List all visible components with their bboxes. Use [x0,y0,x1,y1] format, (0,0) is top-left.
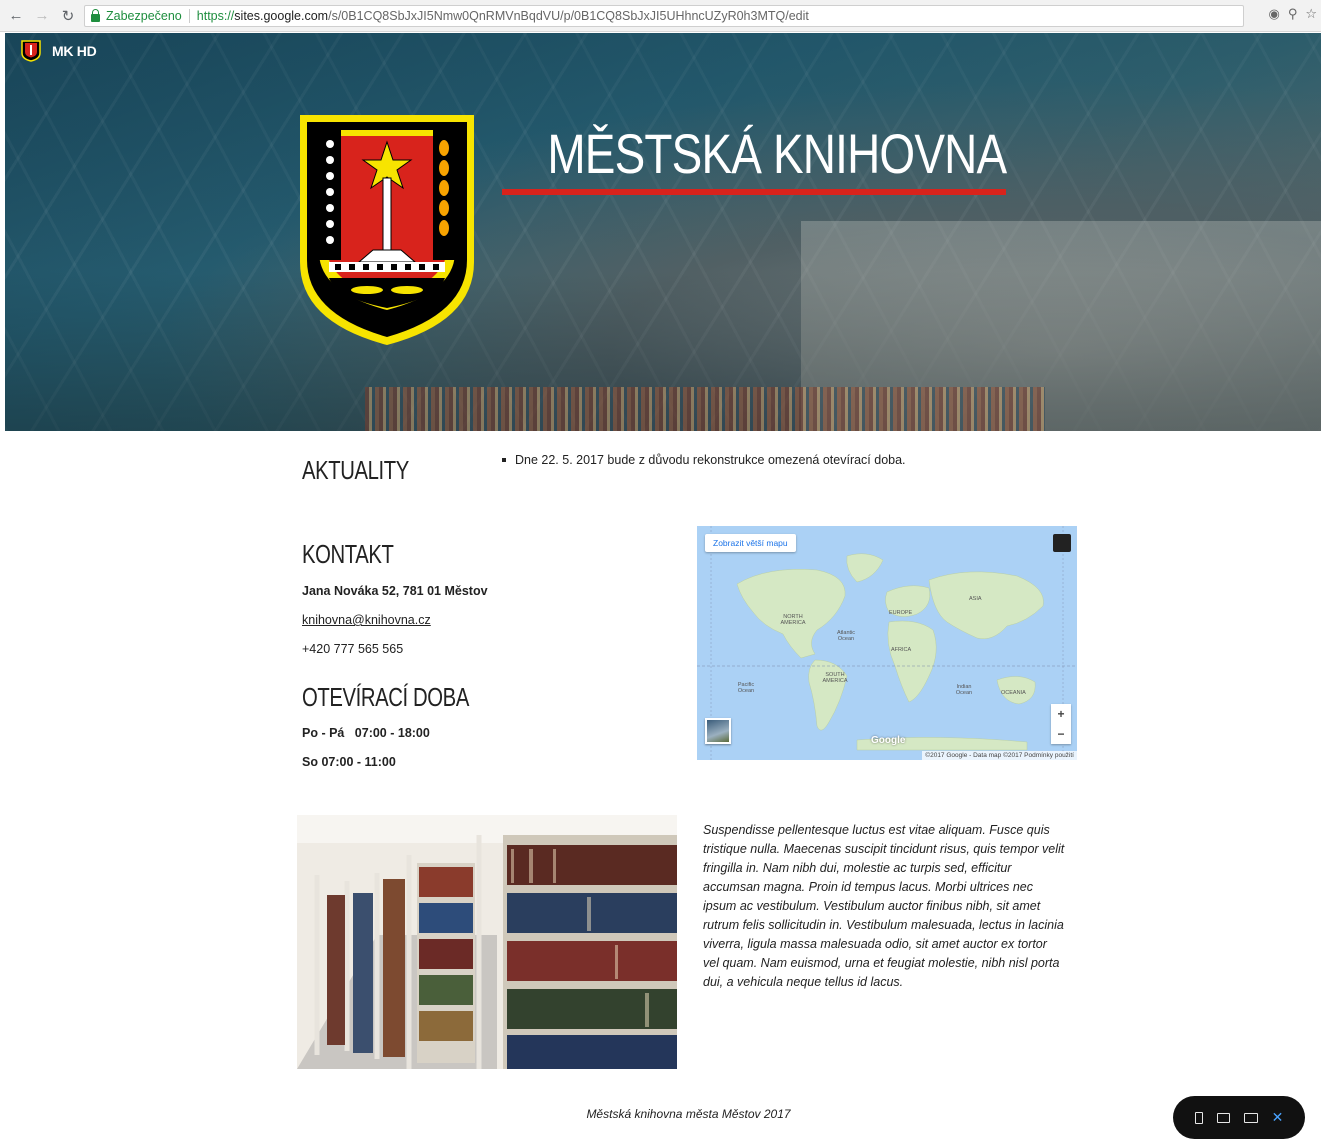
title-underline [502,189,1006,195]
hours-saturday: So 07:00 - 11:00 [302,755,396,769]
map-label-atlantic: Atlantic Ocean [836,630,856,642]
url-path: /s/0B1CQ8SbJxJI5Nmw0QnRMVnBqdVU/p/0B1CQ8… [328,9,809,23]
satellite-view-button[interactable] [705,718,731,744]
hours-heading: OTEVÍRACÍ DOBA [302,682,469,712]
news-item-text: Dne 22. 5. 2017 bude z důvodu rekonstruk… [515,453,906,467]
zoom-in-button[interactable]: + [1057,707,1064,721]
contact-phone: +420 777 565 565 [302,642,404,656]
toolbar-right: ◉ ⚲ ☆ [1268,6,1317,22]
map-label-south-america: SOUTH AMERICA [822,672,848,684]
contact-email-link[interactable]: knihovna@knihovna.cz [302,613,431,627]
hero-banner: MK HD MĚSTSKÁ KNIHOVNA [5,33,1321,431]
map-label-asia: ASIA [969,596,982,602]
url-host: sites.google.com [234,9,329,23]
extension-icon[interactable]: ◉ [1268,6,1279,22]
body-paragraph: Suspendisse pellentesque luctus est vita… [703,823,1065,989]
address-bar[interactable]: Zabezpečeno https:// sites.google.com /s… [84,5,1244,27]
library-photo [297,815,677,1069]
reload-icon[interactable]: ↻ [58,6,78,26]
map-label-africa: AFRICA [891,647,912,653]
desktop-preview-icon[interactable] [1243,1112,1258,1123]
hours-weekdays: Po - Pá 07:00 - 18:00 [302,726,430,740]
lock-icon [91,8,100,22]
browser-toolbar: ← → ↻ Zabezpečeno https:// sites.google.… [0,0,1321,32]
news-item: Dne 22. 5. 2017 bude z důvodu rekonstruk… [502,453,906,467]
site-name[interactable]: MK HD [52,43,97,59]
phone-preview-icon[interactable] [1194,1111,1203,1124]
map-label-north-america: NORTH AMERICA [780,614,806,626]
city-emblem [300,115,474,345]
map-label-oceania: OCEANIA [1001,690,1026,696]
back-icon[interactable]: ← [6,6,26,26]
contact-heading: KONTAKT [302,539,394,569]
fullscreen-icon[interactable] [1053,534,1071,552]
main-content: AKTUALITY Dne 22. 5. 2017 bude z důvodu … [0,431,1321,1141]
star-icon[interactable]: ☆ [1305,6,1317,22]
close-preview-icon[interactable]: ✕ [1272,1109,1284,1126]
map-zoom-control: + − [1051,704,1071,744]
page-title: MĚSTSKÁ KNIHOVNA [547,122,1007,185]
secure-label: Zabezpečeno [106,9,190,23]
map-label-indian: Indian Ocean [955,684,973,696]
zoom-out-button[interactable]: − [1057,727,1064,741]
device-preview-bar: ✕ [1173,1096,1305,1139]
news-heading: AKTUALITY [302,455,409,485]
tablet-preview-icon[interactable] [1216,1112,1230,1123]
site-logo-icon[interactable] [21,40,41,62]
map-label-pacific: Pacific Ocean [737,682,755,694]
bullet-icon [502,458,506,462]
hero-background-shelves [365,387,1045,431]
contact-address: Jana Nováka 52, 781 01 Městov [302,584,488,598]
google-logo: Google [871,735,906,746]
zoom-icon[interactable]: ⚲ [1288,6,1298,22]
map-copyright[interactable]: ©2017 Google - Data map ©2017 Podmínky p… [922,751,1077,760]
bigger-map-button[interactable]: Zobrazit větší mapu [705,534,796,552]
url-scheme: https:// [196,9,235,23]
map-label-europe: EUROPE [889,610,913,616]
footer-text: Městská knihovna města Městov 2017 [586,1107,791,1121]
forward-icon[interactable]: → [32,6,52,26]
embedded-map[interactable]: NORTH AMERICA SOUTH AMERICA EUROPE AFRIC… [697,526,1077,760]
world-map[interactable] [697,526,1077,760]
